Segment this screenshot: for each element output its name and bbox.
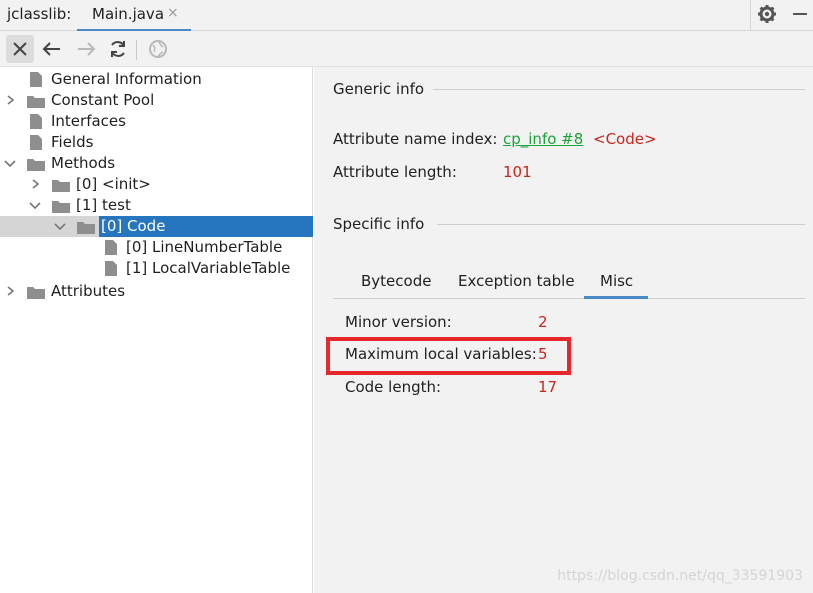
globe-icon bbox=[149, 40, 167, 58]
tab-exception-table[interactable]: Exception table bbox=[458, 272, 575, 290]
back-button[interactable] bbox=[38, 35, 66, 63]
tab-close-icon[interactable]: × bbox=[167, 5, 179, 21]
tree-item-label: Interfaces bbox=[51, 112, 126, 130]
tree-item-label: Fields bbox=[51, 133, 94, 151]
tab-bytecode[interactable]: Bytecode bbox=[361, 272, 431, 290]
toolbar bbox=[0, 31, 813, 67]
tree-item-local-variable-table[interactable]: [1] LocalVariableTable bbox=[0, 258, 313, 279]
tab-label: Main.java bbox=[92, 5, 165, 23]
folder-icon bbox=[77, 222, 95, 234]
code-length-value: 17 bbox=[538, 378, 558, 396]
minimize-icon[interactable] bbox=[793, 13, 807, 15]
chevron-right-icon[interactable] bbox=[30, 177, 42, 191]
file-icon bbox=[105, 261, 117, 276]
tree-item-general-information[interactable]: General Information bbox=[0, 69, 313, 90]
tree-item-label: Constant Pool bbox=[51, 91, 155, 109]
arrow-left-icon bbox=[42, 42, 60, 56]
chevron-right-icon[interactable] bbox=[5, 93, 17, 107]
file-icon bbox=[30, 135, 42, 150]
folder-icon bbox=[27, 287, 45, 299]
tree-item-label: [0] Code bbox=[101, 217, 166, 235]
tree-item-method-test[interactable]: [1] test bbox=[0, 195, 313, 216]
toolbar-divider bbox=[136, 40, 137, 60]
attribute-length-label: Attribute length: bbox=[333, 163, 457, 181]
tab-misc[interactable]: Misc bbox=[600, 272, 633, 290]
folder-icon bbox=[52, 201, 70, 213]
tree-item-interfaces[interactable]: Interfaces bbox=[0, 111, 313, 132]
specific-info-tabs: Bytecode Exception table Misc bbox=[333, 265, 805, 299]
tree-item-label: [1] LocalVariableTable bbox=[126, 259, 291, 277]
tree-item-methods[interactable]: Methods bbox=[0, 153, 313, 174]
attribute-name-index-label: Attribute name index: bbox=[333, 130, 498, 148]
tree-item-label: [0] LineNumberTable bbox=[126, 238, 283, 256]
attribute-name-value: <Code> bbox=[593, 130, 657, 148]
tree-item-fields[interactable]: Fields bbox=[0, 132, 313, 153]
file-icon bbox=[105, 240, 117, 255]
tree-item-label: [1] test bbox=[76, 196, 131, 214]
attribute-length-value: 101 bbox=[503, 163, 532, 181]
forward-button[interactable] bbox=[72, 35, 100, 63]
gear-icon[interactable] bbox=[757, 4, 777, 24]
specific-info-title: Specific info bbox=[333, 215, 425, 233]
tab-main-java[interactable]: Main.java × bbox=[77, 0, 191, 32]
tree-item-constant-pool[interactable]: Constant Pool bbox=[0, 90, 313, 111]
tree-item-label: General Information bbox=[51, 70, 202, 88]
tree-item-method-init[interactable]: [0] <init> bbox=[0, 174, 313, 195]
minor-version-label: Minor version: bbox=[345, 313, 452, 331]
title-bar: jclasslib: Main.java × bbox=[0, 0, 813, 32]
tab-active-indicator bbox=[584, 296, 648, 299]
tree-item-label: Attributes bbox=[51, 282, 126, 300]
cp-info-link[interactable]: cp_info #8 bbox=[503, 130, 583, 148]
tree-item-attributes[interactable]: Attributes bbox=[0, 281, 313, 302]
tree-item-line-number-table[interactable]: [0] LineNumberTable bbox=[0, 237, 313, 258]
close-button[interactable] bbox=[6, 35, 34, 63]
detail-panel: Generic info Attribute name index: cp_in… bbox=[314, 67, 813, 593]
file-icon bbox=[30, 114, 42, 129]
watermark: https://blog.csdn.net/qq_33591903 bbox=[557, 568, 803, 584]
chevron-down-icon[interactable] bbox=[29, 198, 41, 212]
divider bbox=[750, 0, 751, 31]
tree-item-label: [0] <init> bbox=[76, 175, 151, 193]
tree-item-label: Methods bbox=[51, 154, 116, 172]
folder-icon bbox=[27, 159, 45, 171]
red-highlight-box bbox=[326, 337, 571, 375]
web-button[interactable] bbox=[144, 35, 172, 63]
arrow-right-icon bbox=[78, 42, 96, 56]
chevron-down-icon[interactable] bbox=[54, 219, 66, 233]
chevron-right-icon[interactable] bbox=[5, 284, 17, 298]
code-length-label: Code length: bbox=[345, 378, 442, 396]
refresh-icon bbox=[111, 41, 125, 57]
folder-icon bbox=[27, 96, 45, 108]
file-icon bbox=[30, 72, 42, 87]
structure-tree: General Information Constant Pool Interf… bbox=[0, 67, 313, 593]
generic-info-title: Generic info bbox=[333, 80, 425, 98]
refresh-button[interactable] bbox=[104, 35, 132, 63]
folder-icon bbox=[52, 180, 70, 192]
section-divider bbox=[433, 89, 805, 90]
tree-item-code[interactable]: [0] Code bbox=[0, 216, 313, 237]
chevron-down-icon[interactable] bbox=[4, 156, 16, 170]
app-label: jclasslib: bbox=[7, 5, 72, 23]
minor-version-value: 2 bbox=[538, 313, 548, 331]
close-icon bbox=[13, 42, 27, 56]
section-divider bbox=[437, 224, 805, 225]
